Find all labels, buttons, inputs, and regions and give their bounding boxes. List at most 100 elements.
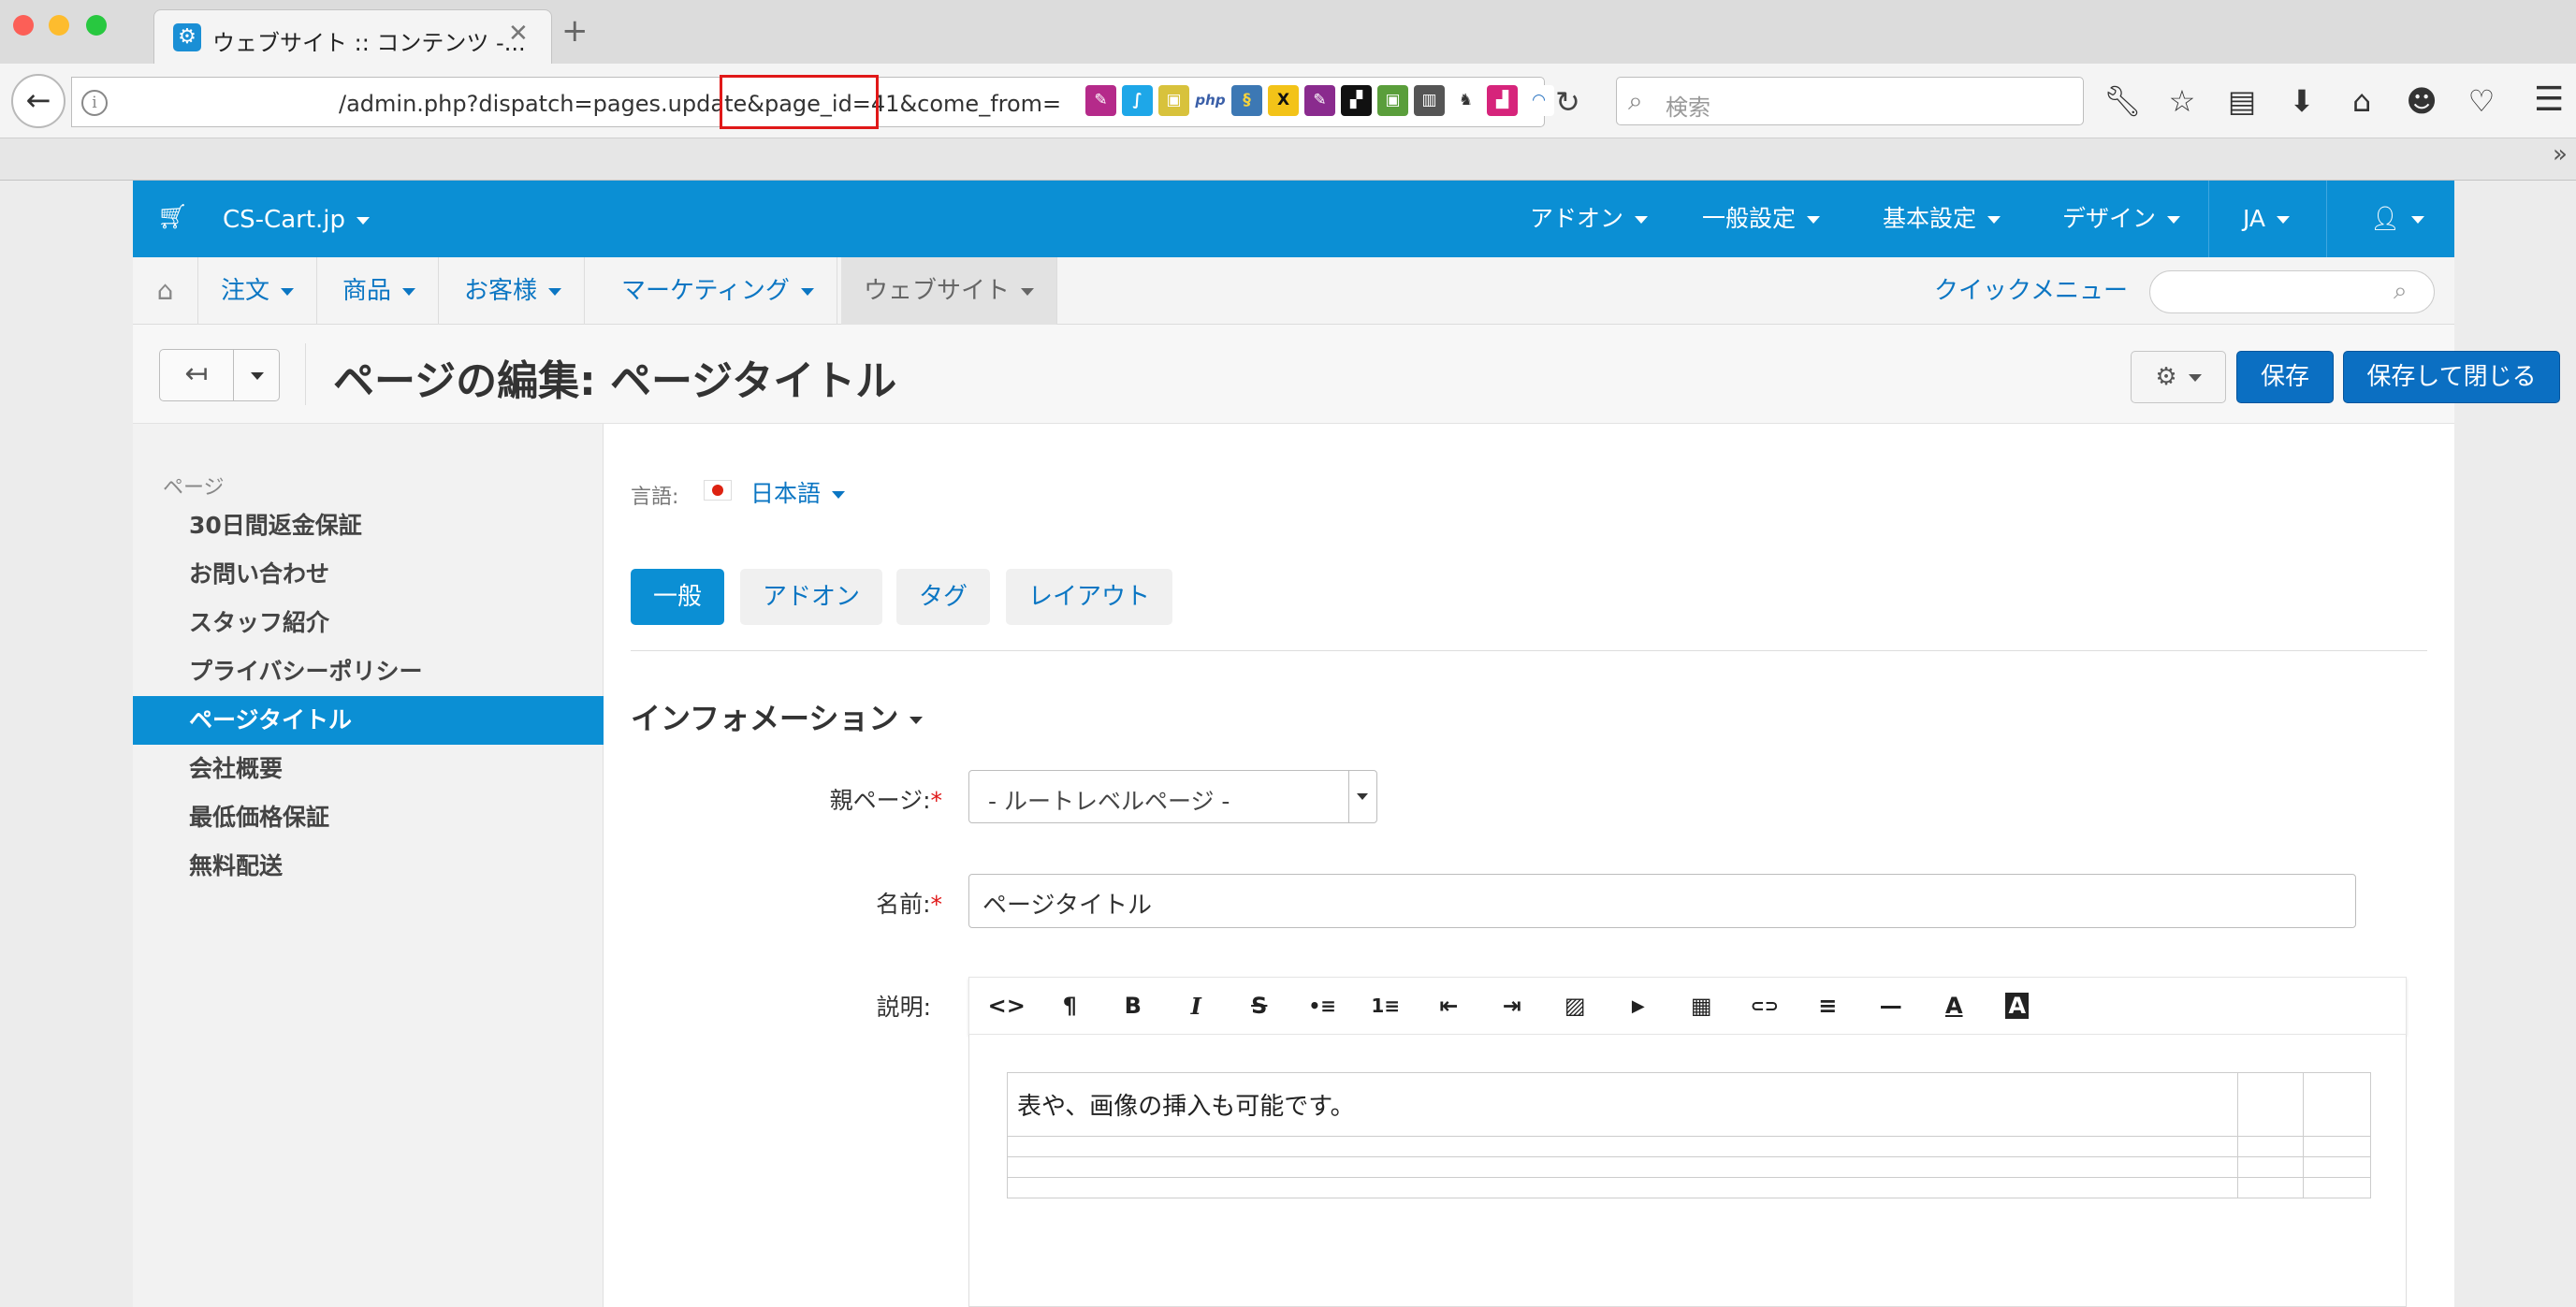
home-icon[interactable]: ⌂ — [133, 257, 198, 325]
tab-addons[interactable]: アドオン — [740, 569, 883, 625]
table-cell[interactable] — [2237, 1177, 2304, 1198]
quick-search-input[interactable]: ⌕ — [2149, 270, 2435, 313]
video-icon[interactable]: ▶ — [1607, 996, 1670, 1016]
user-menu[interactable]: 👤︎ — [2342, 181, 2452, 257]
smiley-icon[interactable]: ☻ — [2403, 80, 2440, 122]
history-dropdown-button[interactable] — [233, 349, 280, 401]
tab-tags[interactable]: タグ — [896, 569, 991, 625]
new-tab-button[interactable]: + — [561, 15, 589, 47]
sidebar-item-privacy-policy[interactable]: プライバシーポリシー — [133, 647, 604, 696]
x-icon[interactable]: X — [1268, 85, 1299, 116]
menu-customers[interactable]: お客様 — [442, 257, 586, 325]
menu-website[interactable]: ウェブサイト — [841, 257, 1058, 325]
table-cell[interactable] — [2303, 1156, 2371, 1178]
outdent-icon[interactable]: ⇤ — [1418, 993, 1481, 1019]
table-cell[interactable] — [2303, 1072, 2371, 1137]
cart-icon[interactable]: 🛒︎ — [157, 203, 188, 231]
menu-products[interactable]: 商品 — [320, 257, 440, 325]
store-switcher[interactable]: CS-Cart.jp — [223, 206, 370, 234]
table-cell[interactable] — [2237, 1136, 2304, 1157]
maximize-window-button[interactable] — [86, 15, 107, 36]
minimize-window-button[interactable] — [49, 15, 69, 36]
lock-icon[interactable]: ▣ — [1158, 85, 1189, 116]
unordered-list-icon[interactable]: •≡ — [1291, 995, 1355, 1017]
download-icon[interactable]: ⬇ — [2283, 80, 2321, 122]
sidebar-item-page-title[interactable]: ページタイトル — [133, 696, 604, 745]
horizontal-rule-icon[interactable]: — — [1859, 993, 1923, 1019]
table-icon[interactable]: ▦ — [1670, 993, 1734, 1019]
hamburger-menu-icon[interactable]: ☰ — [2534, 80, 2564, 119]
section-toggle-information[interactable]: インフォメーション — [631, 695, 923, 738]
sidebar-item-staff[interactable]: スタッフ紹介 — [133, 599, 604, 647]
home-icon[interactable]: ⌂ — [2343, 80, 2380, 122]
tab-general[interactable]: 一般 — [631, 569, 725, 625]
lock-icon[interactable]: ▣ — [1377, 85, 1408, 116]
language-switcher[interactable]: JA — [2215, 181, 2318, 257]
url-text[interactable]: /admin.php?dispatch=pages.update&page_id… — [339, 91, 1061, 117]
quick-menu-link[interactable]: クイックメニュー — [1934, 257, 2128, 325]
back-to-list-button[interactable]: ↤ — [159, 349, 234, 401]
table-cell[interactable] — [1007, 1177, 2238, 1198]
save-and-close-button[interactable]: 保存して閉じる — [2343, 351, 2560, 403]
pocket-icon[interactable]: ♡ — [2463, 80, 2500, 122]
sidebar-item-company[interactable]: 会社概要 — [133, 745, 604, 793]
table-cell[interactable] — [2303, 1177, 2371, 1198]
python-icon[interactable]: § — [1231, 85, 1262, 116]
close-window-button[interactable] — [13, 15, 34, 36]
browser-tab[interactable]: ⚙ ウェブサイト :: コンテンツ -... ✕ — [153, 9, 552, 67]
terminal-icon[interactable]: ▞ — [1341, 85, 1372, 116]
back-button[interactable]: ← — [11, 74, 65, 128]
table-cell[interactable] — [1007, 1136, 2238, 1157]
menu-marketing[interactable]: マーケティング — [599, 257, 837, 325]
background-color-icon[interactable]: A — [1986, 993, 2049, 1019]
table-cell[interactable] — [2237, 1072, 2304, 1137]
top-menu-addons[interactable]: アドオン — [1502, 181, 1676, 257]
menu-orders[interactable]: 注文 — [198, 257, 318, 325]
overflow-chevron-icon[interactable]: » — [2553, 140, 2568, 168]
sidebar-item-money-back[interactable]: 30日間返金保証 — [133, 501, 604, 550]
name-input[interactable]: ページタイトル — [968, 874, 2356, 928]
strikethrough-icon[interactable]: S — [1228, 993, 1291, 1019]
editor-table[interactable]: 表や、画像の挿入も可能です。 — [1007, 1072, 2371, 1198]
link-icon[interactable]: ⊂⊃ — [1733, 996, 1797, 1016]
parent-page-select[interactable]: - ルートレベルページ - — [968, 770, 1377, 823]
editor-body[interactable]: 表や、画像の挿入も可能です。 — [968, 1035, 2407, 1307]
info-icon[interactable]: i — [81, 90, 108, 116]
star-icon[interactable]: ☆ — [2163, 80, 2201, 122]
language-dropdown[interactable]: 日本語 — [750, 475, 845, 509]
browser-search-input[interactable]: ⌕ 検索 — [1616, 77, 2084, 125]
library-icon[interactable]: ▥ — [1414, 85, 1445, 116]
sidebar-item-contact[interactable]: お問い合わせ — [133, 550, 604, 599]
html-source-icon[interactable]: <> — [975, 993, 1039, 1019]
feather-icon[interactable]: ✎ — [1085, 85, 1116, 116]
table-cell[interactable] — [2303, 1136, 2371, 1157]
paragraph-icon[interactable]: ¶ — [1039, 993, 1102, 1019]
reload-icon[interactable]: ↻ — [1555, 84, 1580, 120]
camel-icon[interactable]: ♞ — [1450, 85, 1481, 116]
ordered-list-icon[interactable]: 1≡ — [1354, 995, 1418, 1017]
chart-icon[interactable]: ▟ — [1487, 85, 1518, 116]
settings-dropdown-button[interactable]: ⚙ — [2131, 351, 2226, 403]
image-icon[interactable]: ▨ — [1544, 993, 1608, 1019]
table-cell[interactable]: 表や、画像の挿入も可能です。 — [1007, 1072, 2238, 1137]
font-color-icon[interactable]: A — [1923, 993, 1987, 1019]
save-button[interactable]: 保存 — [2236, 351, 2334, 403]
reading-list-icon[interactable]: ▤ — [2223, 80, 2261, 122]
top-menu-basic-settings[interactable]: 基本設定 — [1855, 181, 2029, 257]
wave-icon[interactable]: ◠ — [1523, 85, 1554, 116]
indent-icon[interactable]: ⇥ — [1480, 993, 1544, 1019]
swift-icon[interactable]: ∫ — [1122, 85, 1153, 116]
php-icon[interactable]: php — [1195, 85, 1226, 116]
feather-icon[interactable]: ✎ — [1304, 85, 1335, 116]
tab-close-icon[interactable]: ✕ — [508, 20, 529, 48]
top-menu-design[interactable]: デザイン — [2034, 181, 2208, 257]
italic-icon[interactable]: I — [1165, 993, 1229, 1020]
bold-icon[interactable]: B — [1101, 993, 1165, 1019]
table-cell[interactable] — [2237, 1156, 2304, 1178]
table-cell[interactable] — [1007, 1156, 2238, 1178]
align-icon[interactable]: ≡ — [1797, 993, 1860, 1019]
top-menu-general-settings[interactable]: 一般設定 — [1674, 181, 1848, 257]
tab-layout[interactable]: レイアウト — [1006, 569, 1173, 625]
sidebar-item-free-shipping[interactable]: 無料配送 — [133, 842, 604, 891]
wrench-icon[interactable]: 🔧︎ — [2103, 80, 2142, 122]
